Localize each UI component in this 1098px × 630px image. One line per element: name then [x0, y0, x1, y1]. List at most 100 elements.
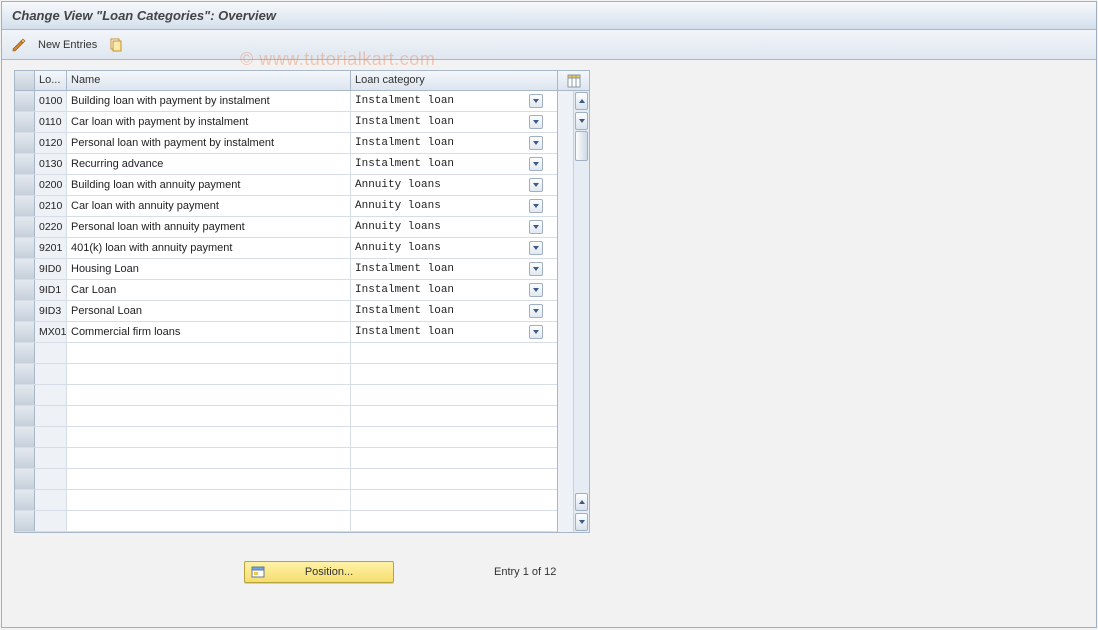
cell-name[interactable] [67, 427, 351, 447]
row-selector[interactable] [15, 301, 35, 321]
row-selector[interactable] [15, 406, 35, 426]
cell-name[interactable]: Personal loan with payment by instalment [67, 133, 351, 153]
grid-header-code[interactable]: Lo... [35, 71, 67, 90]
cell-code[interactable] [35, 343, 67, 363]
cell-category[interactable]: Instalment loan [351, 259, 545, 279]
cell-code[interactable]: 0220 [35, 217, 67, 237]
chevron-down-icon[interactable] [529, 115, 543, 129]
position-button[interactable]: Position... [244, 561, 394, 583]
row-selector[interactable] [15, 448, 35, 468]
cell-code[interactable]: 0130 [35, 154, 67, 174]
cell-name[interactable]: Commercial firm loans [67, 322, 351, 342]
table-settings-button[interactable] [558, 71, 589, 91]
chevron-down-icon[interactable] [529, 262, 543, 276]
cell-category[interactable]: Instalment loan [351, 91, 545, 111]
chevron-down-icon[interactable] [529, 283, 543, 297]
row-selector[interactable] [15, 322, 35, 342]
cell-name[interactable] [67, 385, 351, 405]
cell-name[interactable] [67, 406, 351, 426]
cell-name[interactable] [67, 490, 351, 510]
cell-name[interactable]: Housing Loan [67, 259, 351, 279]
cell-category[interactable] [351, 448, 545, 468]
cell-code[interactable] [35, 364, 67, 384]
scroll-up-button[interactable] [575, 92, 588, 110]
cell-category[interactable]: Annuity loans [351, 196, 545, 216]
cell-code[interactable] [35, 406, 67, 426]
row-selector[interactable] [15, 469, 35, 489]
cell-category[interactable] [351, 343, 545, 363]
cell-name[interactable]: Recurring advance [67, 154, 351, 174]
cell-code[interactable]: 0100 [35, 91, 67, 111]
cell-category[interactable] [351, 490, 545, 510]
cell-name[interactable]: Car Loan [67, 280, 351, 300]
row-selector[interactable] [15, 280, 35, 300]
grid-header-selector[interactable] [15, 71, 35, 90]
cell-code[interactable]: 0200 [35, 175, 67, 195]
toggle-display-change-icon[interactable] [10, 36, 28, 54]
copy-as-icon[interactable] [107, 36, 125, 54]
cell-category[interactable] [351, 427, 545, 447]
cell-category[interactable]: Annuity loans [351, 175, 545, 195]
chevron-down-icon[interactable] [529, 220, 543, 234]
cell-category[interactable]: Annuity loans [351, 217, 545, 237]
cell-code[interactable] [35, 490, 67, 510]
cell-category[interactable]: Annuity loans [351, 238, 545, 258]
row-selector[interactable] [15, 217, 35, 237]
scroll-page-up-button[interactable] [575, 493, 588, 511]
scroll-page-down-button[interactable] [575, 513, 588, 531]
chevron-down-icon[interactable] [529, 178, 543, 192]
cell-name[interactable] [67, 364, 351, 384]
cell-name[interactable] [67, 511, 351, 531]
cell-code[interactable] [35, 427, 67, 447]
cell-category[interactable]: Instalment loan [351, 322, 545, 342]
scroll-thumb[interactable] [575, 131, 588, 161]
row-selector[interactable] [15, 133, 35, 153]
cell-name[interactable] [67, 343, 351, 363]
row-selector[interactable] [15, 343, 35, 363]
row-selector[interactable] [15, 511, 35, 531]
cell-name[interactable]: Car loan with annuity payment [67, 196, 351, 216]
row-selector[interactable] [15, 196, 35, 216]
cell-code[interactable] [35, 448, 67, 468]
cell-category[interactable]: Instalment loan [351, 301, 545, 321]
new-entries-button[interactable]: New Entries [34, 37, 101, 53]
chevron-down-icon[interactable] [529, 136, 543, 150]
row-selector[interactable] [15, 238, 35, 258]
cell-code[interactable]: 0120 [35, 133, 67, 153]
cell-category[interactable] [351, 364, 545, 384]
row-selector[interactable] [15, 259, 35, 279]
chevron-down-icon[interactable] [529, 94, 543, 108]
cell-category[interactable]: Instalment loan [351, 133, 545, 153]
cell-category[interactable]: Instalment loan [351, 112, 545, 132]
scroll-down-button[interactable] [575, 112, 588, 130]
cell-code[interactable]: 9201 [35, 238, 67, 258]
row-selector[interactable] [15, 91, 35, 111]
cell-category[interactable]: Instalment loan [351, 154, 545, 174]
chevron-down-icon[interactable] [529, 304, 543, 318]
cell-category[interactable] [351, 469, 545, 489]
cell-code[interactable]: 9ID0 [35, 259, 67, 279]
cell-name[interactable]: Personal Loan [67, 301, 351, 321]
cell-code[interactable]: 0210 [35, 196, 67, 216]
cell-code[interactable] [35, 511, 67, 531]
cell-category[interactable] [351, 511, 545, 531]
cell-code[interactable]: 9ID1 [35, 280, 67, 300]
chevron-down-icon[interactable] [529, 157, 543, 171]
row-selector[interactable] [15, 112, 35, 132]
cell-name[interactable]: Building loan with payment by instalment [67, 91, 351, 111]
grid-header-category[interactable]: Loan category [351, 71, 545, 90]
cell-name[interactable]: 401(k) loan with annuity payment [67, 238, 351, 258]
row-selector[interactable] [15, 427, 35, 447]
cell-code[interactable] [35, 385, 67, 405]
cell-code[interactable]: 0110 [35, 112, 67, 132]
cell-name[interactable] [67, 469, 351, 489]
cell-code[interactable]: 9ID3 [35, 301, 67, 321]
cell-code[interactable]: MX01 [35, 322, 67, 342]
row-selector[interactable] [15, 385, 35, 405]
cell-code[interactable] [35, 469, 67, 489]
row-selector[interactable] [15, 154, 35, 174]
grid-header-name[interactable]: Name [67, 71, 351, 90]
row-selector[interactable] [15, 175, 35, 195]
scroll-track[interactable] [574, 131, 589, 492]
chevron-down-icon[interactable] [529, 241, 543, 255]
